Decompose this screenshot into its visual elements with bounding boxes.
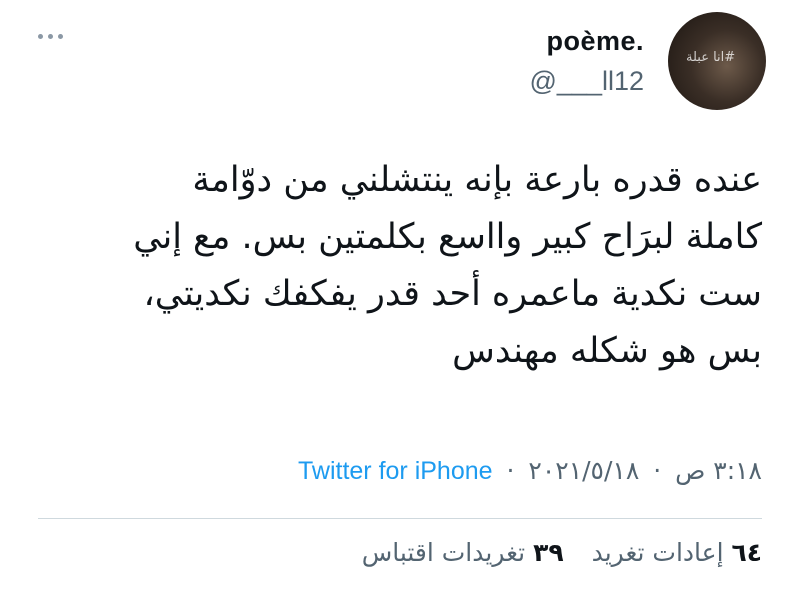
quotes-stat[interactable]: ٣٩ تغريدات اقتباس: [362, 538, 564, 567]
tweet-line: عنده قدره بارعة بإنه ينتشلني من دوّامة: [192, 160, 762, 200]
author-name[interactable]: poème.: [546, 26, 644, 57]
tweet-stats: ٦٤ إعادات تغريد ٣٩ تغريدات اقتباس: [342, 538, 762, 567]
divider: [38, 518, 762, 519]
tweet-time[interactable]: ٣:١٨ ص: [675, 456, 762, 485]
separator: ·: [653, 456, 662, 485]
separator: ·: [506, 456, 515, 485]
more-dot: [48, 34, 53, 39]
quotes-count: ٣٩: [533, 538, 564, 567]
quotes-label: تغريدات اقتباس: [361, 538, 526, 567]
tweet-line: كاملة لبرَاح كبير وااسع بكلمتين بس. مع إ…: [133, 217, 762, 257]
tweet-source-link[interactable]: Twitter for iPhone: [298, 457, 493, 485]
retweets-count: ٦٤: [731, 538, 762, 567]
more-dot: [58, 34, 63, 39]
tweet-meta: ٣:١٨ ص · ٢٠٢١/٥/١٨ · Twitter for iPhone: [298, 456, 762, 486]
retweets-stat[interactable]: ٦٤ إعادات تغريد: [584, 538, 762, 567]
tweet-text: عنده قدره بارعة بإنه ينتشلني من دوّامة ك…: [62, 152, 762, 380]
author-handle[interactable]: @___ll12: [530, 66, 645, 97]
avatar-overlay-text: #انا عبلة: [686, 50, 736, 65]
avatar[interactable]: #انا عبلة: [668, 12, 766, 110]
retweets-label: إعادات تغريد: [591, 538, 724, 567]
tweet-date[interactable]: ٢٠٢١/٥/١٨: [528, 456, 639, 485]
more-options-icon[interactable]: [38, 34, 63, 39]
more-dot: [38, 34, 43, 39]
tweet-line: ست نكدية ماعمره أحد قدر يفكفك نكديتي،: [143, 274, 763, 314]
tweet-line: بس هو شكله مهندس: [452, 331, 762, 371]
